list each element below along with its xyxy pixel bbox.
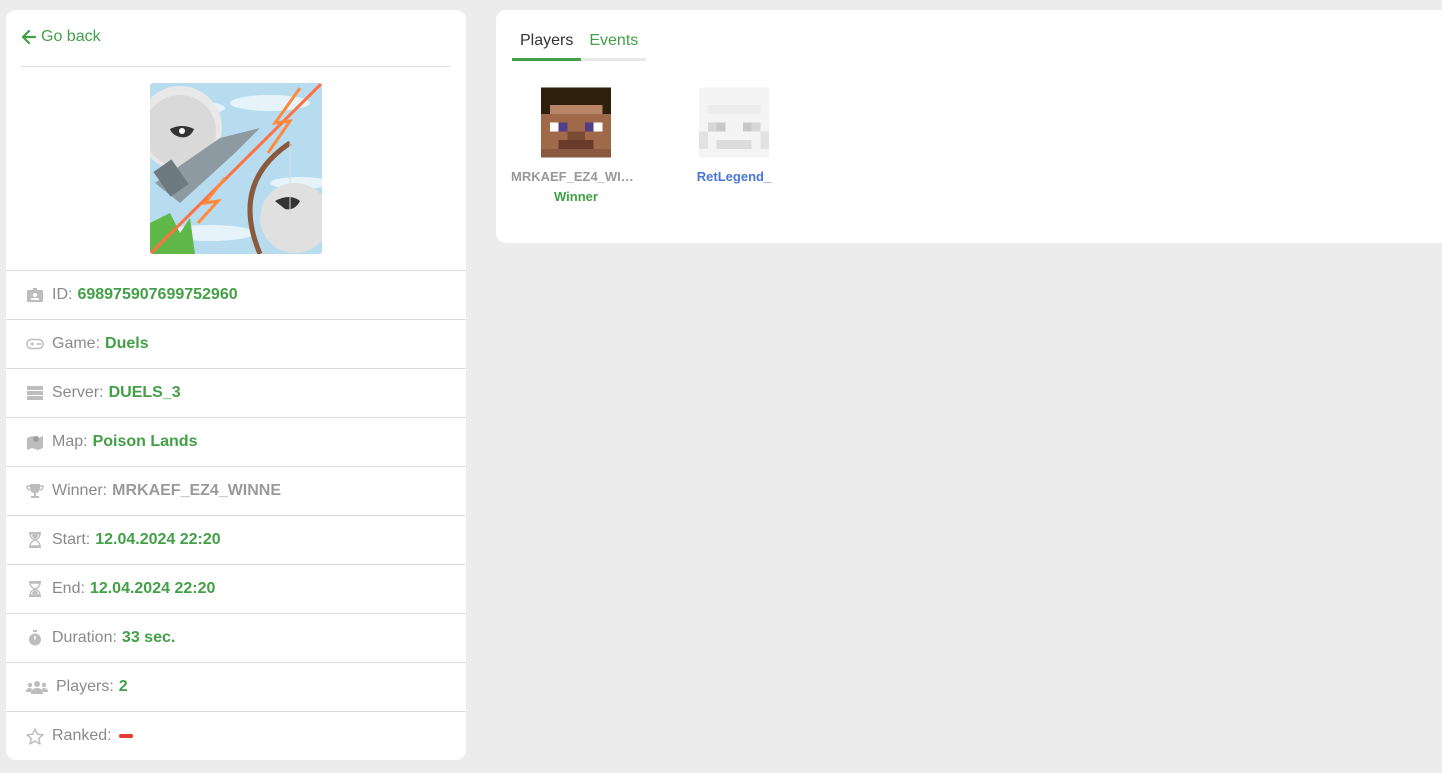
match-info-card: Go back ID: 698975907699752960 Game: Due… (6, 10, 466, 760)
players-panel: Players Events MRKAEF_EZ4_WIN… Winner Re… (496, 10, 1442, 243)
server-icon (26, 385, 44, 401)
star-icon (26, 727, 44, 745)
info-value-game: Duels (105, 335, 149, 352)
player-card[interactable]: RetLegend_ (669, 87, 799, 184)
info-row-game: Game: Duels (6, 319, 466, 368)
info-value-start: 12.04.2024 22:20 (95, 531, 221, 548)
info-label: End: (52, 580, 85, 597)
hourglass-end-icon (26, 581, 44, 597)
info-value-end: 12.04.2024 22:20 (89, 580, 216, 597)
info-label: Ranked: (52, 727, 112, 744)
tab-events[interactable]: Events (581, 30, 646, 61)
info-label: Winner: (52, 482, 108, 499)
info-row-winner: Winner: MRKAEF_EZ4_WINNE (6, 466, 466, 515)
match-info-list: ID: 698975907699752960 Game: Duels Serve… (6, 270, 466, 760)
player-avatar (541, 87, 611, 158)
id-card-icon (26, 287, 44, 303)
player-status-badge: Winner (554, 189, 598, 204)
info-value-server: DUELS_3 (108, 384, 181, 401)
info-value-duration: 33 sec. (121, 629, 176, 646)
player-card[interactable]: MRKAEF_EZ4_WIN… Winner (511, 87, 641, 204)
users-icon (26, 679, 48, 695)
info-row-map: Map: Poison Lands (6, 417, 466, 466)
info-row-players: Players: 2 (6, 662, 466, 711)
game-mode-image (150, 83, 322, 254)
stopwatch-icon (26, 630, 44, 646)
panel-tabs: Players Events (512, 30, 647, 61)
info-label: Duration: (52, 629, 117, 646)
ranked-no-indicator (118, 734, 133, 738)
info-row-duration: Duration: 33 sec. (6, 613, 466, 662)
info-row-ranked: Ranked: (6, 711, 466, 760)
trophy-icon (26, 483, 44, 499)
info-label: Start: (52, 531, 91, 548)
info-label: Server: (52, 384, 104, 401)
player-name[interactable]: MRKAEF_EZ4_WIN… (511, 169, 641, 184)
arrow-left-icon (22, 30, 36, 44)
header-divider (21, 66, 450, 67)
info-label: Map: (52, 433, 88, 450)
info-value-id: 698975907699752960 (77, 286, 238, 303)
player-avatar (699, 87, 769, 158)
player-name[interactable]: RetLegend_ (669, 169, 799, 184)
info-value-players: 2 (118, 678, 128, 695)
tab-players[interactable]: Players (512, 30, 582, 61)
info-row-id: ID: 698975907699752960 (6, 270, 466, 319)
hourglass-start-icon (26, 532, 44, 548)
go-back-label: Go back (41, 28, 101, 45)
info-label: ID: (52, 286, 73, 303)
info-row-end: End: 12.04.2024 22:20 (6, 564, 466, 613)
info-label: Players: (56, 678, 114, 695)
info-value-winner: MRKAEF_EZ4_WINNE (112, 482, 282, 499)
info-label: Game: (52, 335, 101, 352)
go-back-link[interactable]: Go back (22, 28, 101, 46)
info-row-start: Start: 12.04.2024 22:20 (6, 515, 466, 564)
map-icon (26, 434, 44, 450)
info-row-server: Server: DUELS_3 (6, 368, 466, 417)
info-value-map: Poison Lands (92, 433, 198, 450)
gamepad-icon (26, 336, 44, 352)
